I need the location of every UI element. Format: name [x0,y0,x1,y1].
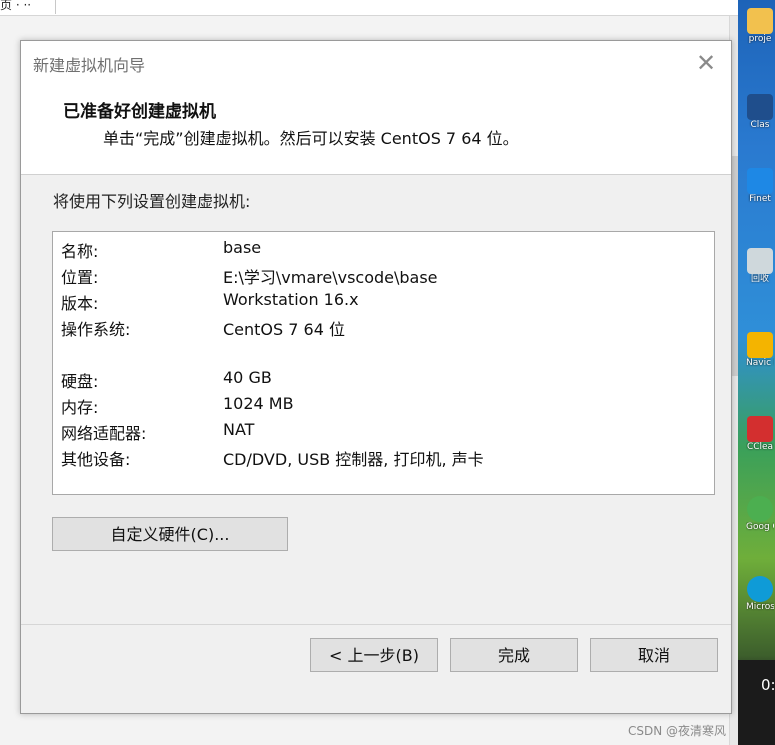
app-icon [747,168,773,194]
background-tabbar: 页 · ·· [0,0,738,16]
finish-button[interactable]: 完成 [450,638,578,672]
app-icon [747,94,773,120]
taskbar-clock[interactable]: 0: [761,676,775,694]
ccleaner-icon [747,416,773,442]
summary-key: 内存: [61,398,99,417]
back-button[interactable]: < 上一步(B) [310,638,438,672]
summary-value: E:\学习\vmare\vscode\base [223,268,438,287]
desktop-icon-label: CClea [746,442,774,452]
desktop-icon-label: Goog Chron [746,522,774,532]
desktop-icon-project[interactable]: proje [746,8,774,44]
desktop-icon-ccleaner[interactable]: CClea [746,416,774,452]
recycle-bin-icon [747,248,773,274]
desktop-icon-label: Micros Edg [746,602,774,612]
dialog-header: 已准备好创建虚拟机 单击“完成”创建虚拟机。然后可以安装 CentOS 7 64… [21,86,731,175]
desktop-icon-edge[interactable]: Micros Edg [746,576,774,612]
summary-value: 40 GB [223,368,272,387]
desktop-icon-label: Clas [750,120,770,130]
summary-key: 硬盘: [61,372,99,391]
summary-value: CentOS 7 64 位 [223,320,345,339]
desktop-icon-label: 回收 [750,274,769,284]
watermark: CSDN @夜清寒风 [628,724,727,738]
summary-row: 内存: 1024 MB [53,394,714,418]
dialog-titlebar[interactable]: 新建虚拟机向导 ✕ [21,41,731,86]
summary-key: 其他设备: [61,450,131,469]
folder-icon [747,8,773,34]
summary-row: 其他设备: CD/DVD, USB 控制器, 打印机, 声卡 [53,446,714,470]
summary-row: 版本: Workstation 16.x [53,290,714,314]
summary-key: 位置: [61,268,99,287]
summary-value: base [223,238,262,257]
summary-row: 网络适配器: NAT [53,420,714,444]
summary-row: 硬盘: 40 GB [53,368,714,392]
intro-text: 将使用下列设置创建虚拟机: [53,192,251,211]
footer-divider [21,624,731,625]
summary-value: Workstation 16.x [223,290,359,309]
summary-value: CD/DVD, USB 控制器, 打印机, 声卡 [223,450,484,469]
new-vm-wizard-dialog: 新建虚拟机向导 ✕ 已准备好创建虚拟机 单击“完成”创建虚拟机。然后可以安装 C… [20,40,732,714]
navicat-icon [747,332,773,358]
chrome-icon [747,496,773,522]
header-title: 已准备好创建虚拟机 [63,102,216,122]
summary-value: 1024 MB [223,394,294,413]
summary-key: 名称: [61,242,99,261]
taskbar [738,660,775,745]
summary-row: 名称: base [53,238,714,262]
desktop-icon-label: proje [748,34,772,44]
summary-key: 网络适配器: [61,424,147,443]
summary-row: 操作系统: CentOS 7 64 位 [53,316,714,340]
desktop-icon-recycle-bin[interactable]: 回收 [746,248,774,284]
summary-row: 位置: E:\学习\vmare\vscode\base [53,264,714,288]
desktop-icon-navicat[interactable]: Navic Premium [746,332,774,368]
desktop-icon-chrome[interactable]: Goog Chron [746,496,774,532]
summary-key: 版本: [61,294,99,313]
header-subtitle: 单击“完成”创建虚拟机。然后可以安装 CentOS 7 64 位。 [103,129,519,148]
desktop-icon-finet[interactable]: Finet [746,168,774,204]
settings-summary: 名称: base 位置: E:\学习\vmare\vscode\base 版本:… [52,231,715,495]
desktop-icon-label: Navic Premium [746,358,774,368]
cancel-button[interactable]: 取消 [590,638,718,672]
background-tab[interactable]: 页 · ·· [0,0,56,14]
summary-value: NAT [223,420,255,439]
screen: 页 · ·· proje Clas Finet 回收 Navic Premium [0,0,775,745]
dialog-title: 新建虚拟机向导 [33,56,146,75]
desktop-icon-clas[interactable]: Clas [746,94,774,130]
desktop: proje Clas Finet 回收 Navic Premium CClea … [738,0,775,745]
close-icon[interactable]: ✕ [691,49,721,77]
scrollbar-thumb[interactable] [731,156,738,376]
summary-key: 操作系统: [61,320,131,339]
edge-icon [747,576,773,602]
desktop-icon-label: Finet [749,194,771,204]
customize-hardware-button[interactable]: 自定义硬件(C)... [52,517,288,551]
